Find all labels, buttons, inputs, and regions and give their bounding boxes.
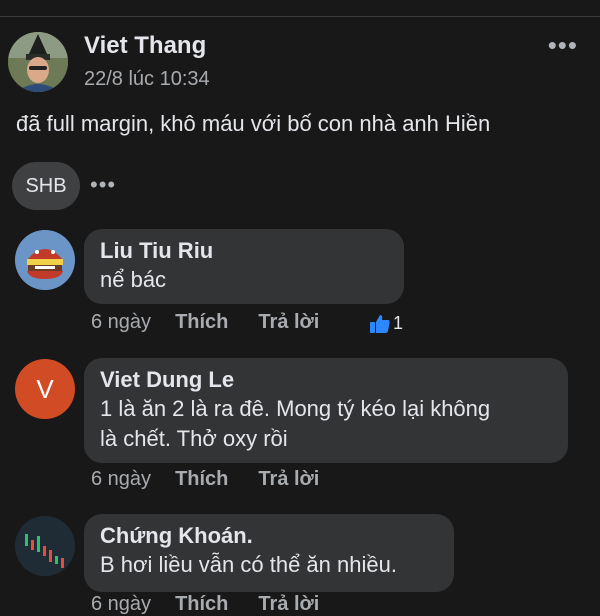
comment-time[interactable]: 6 ngày — [91, 311, 151, 334]
comment-actions: 6 ngày Thích Trả lời — [91, 593, 349, 616]
comment-text: nể bác — [100, 267, 167, 292]
comment-author[interactable]: Chứng Khoán. — [100, 522, 438, 550]
comment-text-line: 1 là ăn 2 là ra đê. Mong tý kéo lại khôn… — [100, 396, 491, 421]
profile-photo-icon — [8, 32, 68, 92]
post-author-name[interactable]: Viet Thang — [84, 32, 206, 60]
comment-avatar[interactable]: V — [15, 359, 75, 419]
reaction-summary[interactable]: 1 — [369, 313, 403, 334]
reply-button[interactable]: Trả lời — [258, 468, 319, 491]
reply-button[interactable]: Trả lời — [258, 311, 319, 334]
reaction-count: 1 — [393, 313, 404, 333]
post-more-options-icon[interactable]: ••• — [548, 30, 578, 61]
comment-text-line: là chết. Thở oxy rồi — [100, 426, 288, 451]
stock-chart-icon — [15, 516, 75, 576]
comment-author[interactable]: Liu Tiu Riu — [100, 237, 388, 265]
reply-button[interactable]: Trả lời — [258, 593, 319, 616]
tag-more-icon[interactable]: ••• — [90, 172, 116, 198]
like-button[interactable]: Thích — [175, 468, 228, 491]
burger-logo-icon — [15, 230, 75, 290]
thumbs-up-icon — [370, 314, 390, 333]
comment-text: B hơi liều vẫn có thể ăn nhiều. — [100, 552, 397, 577]
comment-actions: 6 ngày Thích Trả lời — [91, 468, 349, 491]
post-timestamp[interactable]: 22/8 lúc 10:34 — [84, 68, 210, 91]
like-button[interactable]: Thích — [175, 311, 228, 334]
avatar-letter: V — [36, 373, 54, 404]
post-author-avatar[interactable] — [8, 32, 68, 92]
top-divider — [0, 16, 600, 17]
tag-chip-shb[interactable]: SHB — [12, 162, 80, 210]
comment-actions: 6 ngày Thích Trả lời — [91, 311, 349, 334]
like-button[interactable]: Thích — [175, 593, 228, 616]
comment-author[interactable]: Viet Dung Le — [100, 366, 552, 394]
comment-time[interactable]: 6 ngày — [91, 468, 151, 491]
comment-bubble: Viet Dung Le 1 là ăn 2 là ra đê. Mong tý… — [84, 358, 568, 463]
comment-avatar[interactable] — [15, 516, 75, 576]
comment-bubble: Chứng Khoán. B hơi liều vẫn có thể ăn nh… — [84, 514, 454, 592]
post-text: đã full margin, khô máu với bố con nhà a… — [16, 111, 491, 136]
comment-avatar[interactable] — [15, 230, 75, 290]
comment-bubble: Liu Tiu Riu nể bác — [84, 229, 404, 304]
comment-time[interactable]: 6 ngày — [91, 593, 151, 616]
